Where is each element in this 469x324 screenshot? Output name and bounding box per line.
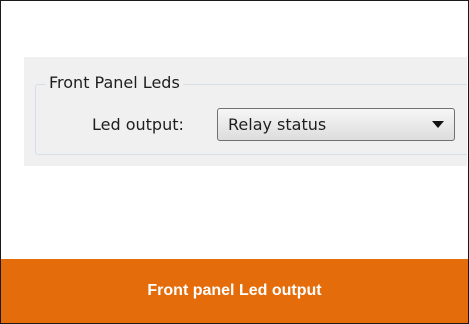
led-output-select[interactable]: Relay status	[217, 108, 455, 141]
chevron-down-icon[interactable]	[432, 121, 444, 128]
led-output-label: Led output:	[92, 115, 184, 134]
caption-bar: Front panel Led output	[1, 259, 468, 323]
groupbox-title: Front Panel Leds	[46, 73, 183, 93]
led-output-selected-value: Relay status	[228, 115, 327, 134]
caption-text: Front panel Led output	[147, 282, 322, 299]
